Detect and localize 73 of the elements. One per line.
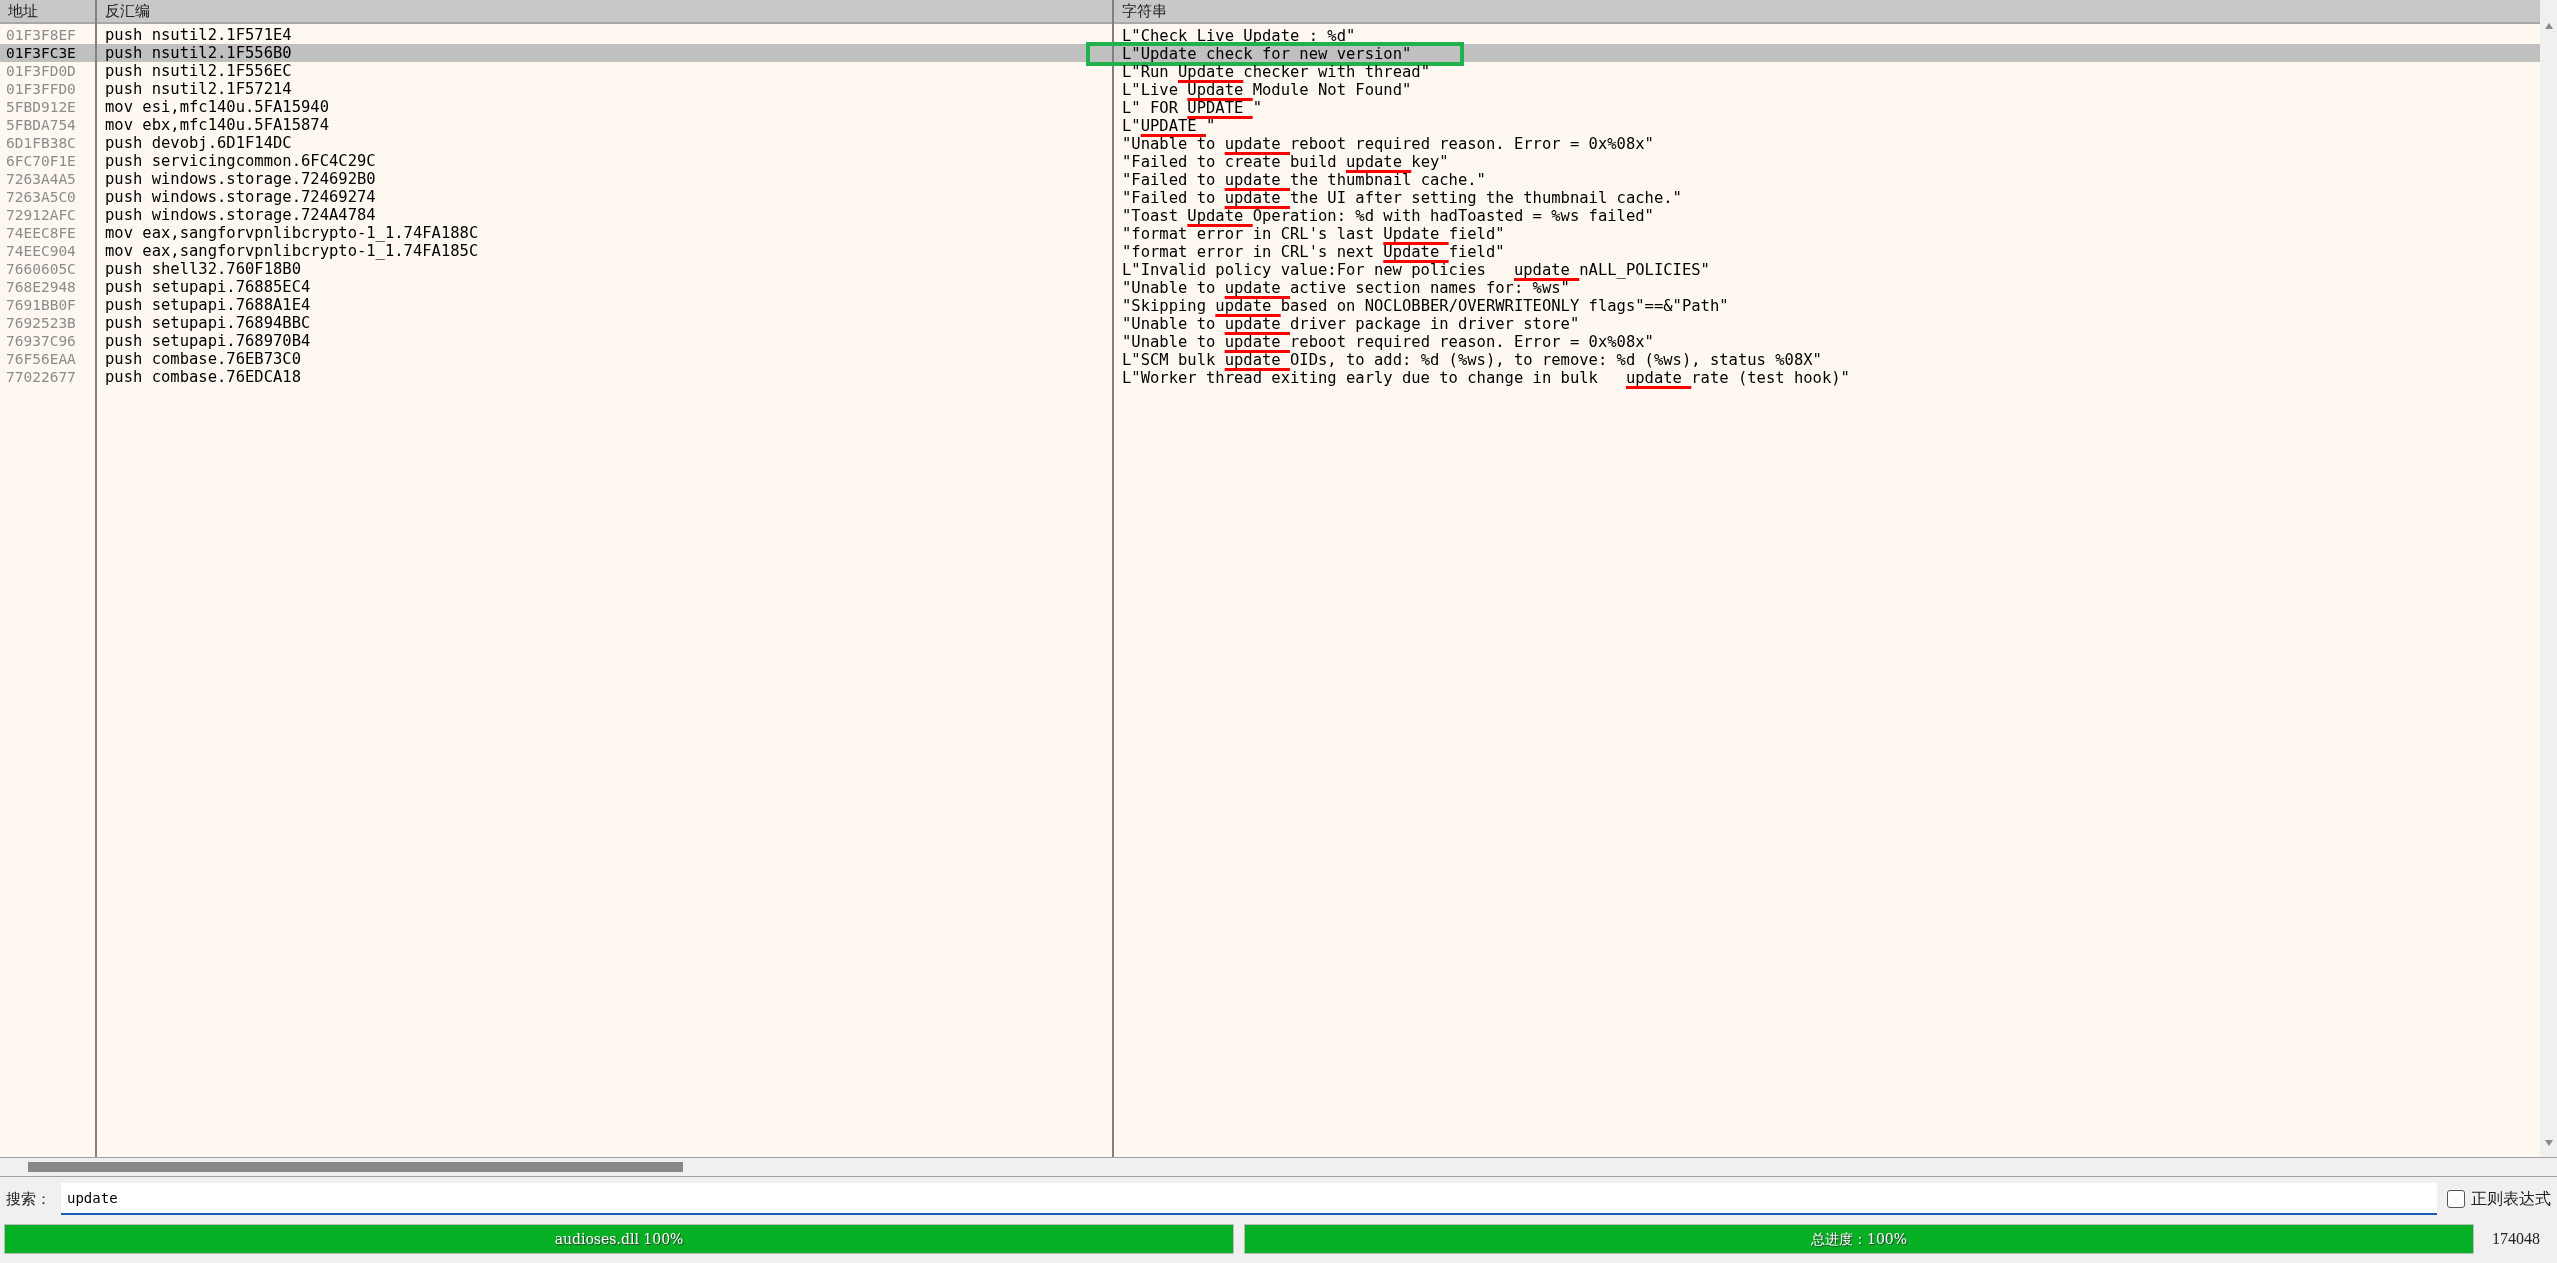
table-cell-text: push combase.76EB73C0: [104, 350, 302, 368]
table-cell-text: "Unable to update driver package in driver store": [1121, 315, 1580, 333]
address-cell-text: 7692523B: [5, 314, 77, 332]
address-cell-text: 5FBD912E: [5, 98, 77, 116]
column-header[interactable]: 反汇编: [97, 0, 1112, 24]
table-cell-text: push setupapi.7688A1E4: [104, 296, 312, 314]
address-cell-text: 76F56EAA: [5, 350, 77, 368]
table-cell-text: L"UPDATE ": [1121, 117, 1216, 135]
table-cell-text: "Unable to update active section names for: %ws": [1121, 279, 1570, 297]
table-cell-text: "Unable to update reboot required reason. Error = 0x%08x": [1121, 135, 1654, 153]
table-cell-text: "format error in CRL's last Update field": [1121, 225, 1505, 243]
table-cell-text: L"Worker thread exiting early due to change in bulk update rate (test hook)": [1121, 369, 1850, 387]
progress-label: audioses.dll 100%: [553, 1230, 685, 1249]
address-cell-text: 7263A4A5: [5, 170, 77, 188]
table-cell-text: push devobj.6D1F14DC: [104, 134, 293, 152]
table-cell-text: "format error in CRL's next Update field": [1121, 243, 1505, 261]
address-cell-text: 74EEC8FE: [5, 224, 77, 242]
table-cell-text: push nsutil2.1F556EC: [104, 62, 293, 80]
table-cell-text: "Toast Update Operation: %d with hadToasted = %ws failed": [1121, 207, 1654, 225]
table-cell: push nsutil2.1F556B0: [97, 44, 1112, 62]
table-cell-text: push nsutil2.1F571E4: [104, 26, 293, 44]
table-cell-text: "Skipping update based on NOCLOBBER/OVERWRITEONLY flags"==&"Path": [1121, 297, 1729, 315]
table-cell-text: push setupapi.76885EC4: [104, 278, 312, 296]
table-cell-text: L"Live Update Module Not Found": [1121, 81, 1412, 99]
address-cell-text: 01F3FD0D: [5, 62, 77, 80]
column-header[interactable]: 地址: [0, 0, 95, 24]
table-cell-text: L"SCM bulk update OIDs, to add: %d (%ws), to remove: %d (%ws), status %08X": [1121, 351, 1822, 369]
table-cell-text: mov eax,sangforvpnlibcrypto-1_1.74FA188C: [104, 224, 480, 242]
table-cell-text: L"Check Live Update : %d": [1121, 27, 1356, 45]
address-cell-text: 768E2948: [5, 278, 77, 296]
table-cell-text: L"Run Update checker with thread": [1121, 63, 1430, 81]
address-cell-text: 6D1FB38C: [5, 134, 77, 152]
address-cell-text: 76937C96: [5, 332, 77, 350]
table-cell-text: "Unable to update reboot required reason. Error = 0x%08x": [1121, 333, 1654, 351]
search-field[interactable]: update: [61, 1183, 2437, 1215]
table-cell-text: push combase.76EDCA18: [104, 368, 302, 386]
address-cell-text: 01F3F8EF: [5, 26, 77, 44]
scrollbar-thumb[interactable]: [28, 1162, 683, 1172]
table-cell-text: push servicingcommon.6FC4C29C: [104, 152, 377, 170]
table-cell-text: L"Invalid policy value:For new policies update nALL_POLICIES": [1121, 261, 1710, 279]
count-label: 174048: [2491, 1230, 2540, 1248]
address-cell-text: 6FC70F1E: [5, 152, 77, 170]
table-cell-text: push windows.storage.72469274: [104, 188, 377, 206]
address-cell-text: 5FBDA754: [5, 116, 77, 134]
table-cell-text: "Failed to update the UI after setting the thumbnail cache.": [1121, 189, 1682, 207]
scroll-down-icon[interactable]: [2543, 1139, 2554, 1147]
table-cell-text: mov esi,mfc140u.5FA15940: [104, 98, 330, 116]
scroll-up-icon[interactable]: [2543, 22, 2554, 30]
table-cell-text: "Failed to create build update key": [1121, 153, 1449, 171]
progress-label: 总进度：100%: [1810, 1230, 1908, 1249]
table-cell-text: push nsutil2.1F57214: [104, 80, 293, 98]
address-cell-text: 7263A5C0: [5, 188, 77, 206]
address-cell-text: 74EEC904: [5, 242, 77, 260]
table-cell-text: push setupapi.76894BBC: [104, 314, 312, 332]
column-header[interactable]: 字符串: [1114, 0, 2540, 24]
table-cell-text: mov ebx,mfc140u.5FA15874: [104, 116, 330, 134]
table-cell-text: mov eax,sangforvpnlibcrypto-1_1.74FA185C: [104, 242, 480, 260]
table-cell-text: push windows.storage.724692B0: [104, 170, 377, 188]
table-cell-text: L" FOR UPDATE ": [1121, 99, 1262, 117]
address-cell-text: 7660605C: [5, 260, 77, 278]
table-cell-text: "Failed to update the thumbnail cache.": [1121, 171, 1486, 189]
table-cell-text: push shell32.760F18B0: [104, 260, 302, 278]
checkbox-label: 正则表达式: [2471, 1188, 2551, 1210]
table-cell-text: push setupapi.768970B4: [104, 332, 312, 350]
search-label: 搜索：: [6, 1189, 51, 1209]
regex-checkbox[interactable]: [2447, 1190, 2465, 1208]
address-cell-text: 01F3FFD0: [5, 80, 77, 98]
address-cell-text: 7691BB0F: [5, 296, 77, 314]
address-cell-text: 72912AFC: [5, 206, 77, 224]
address-cell: 01F3FC3E: [0, 44, 95, 62]
table-cell-text: L"Update check for new version": [1121, 45, 1412, 63]
table-cell-text: push windows.storage.724A4784: [104, 206, 377, 224]
address-cell-text: 77022677: [5, 368, 77, 386]
